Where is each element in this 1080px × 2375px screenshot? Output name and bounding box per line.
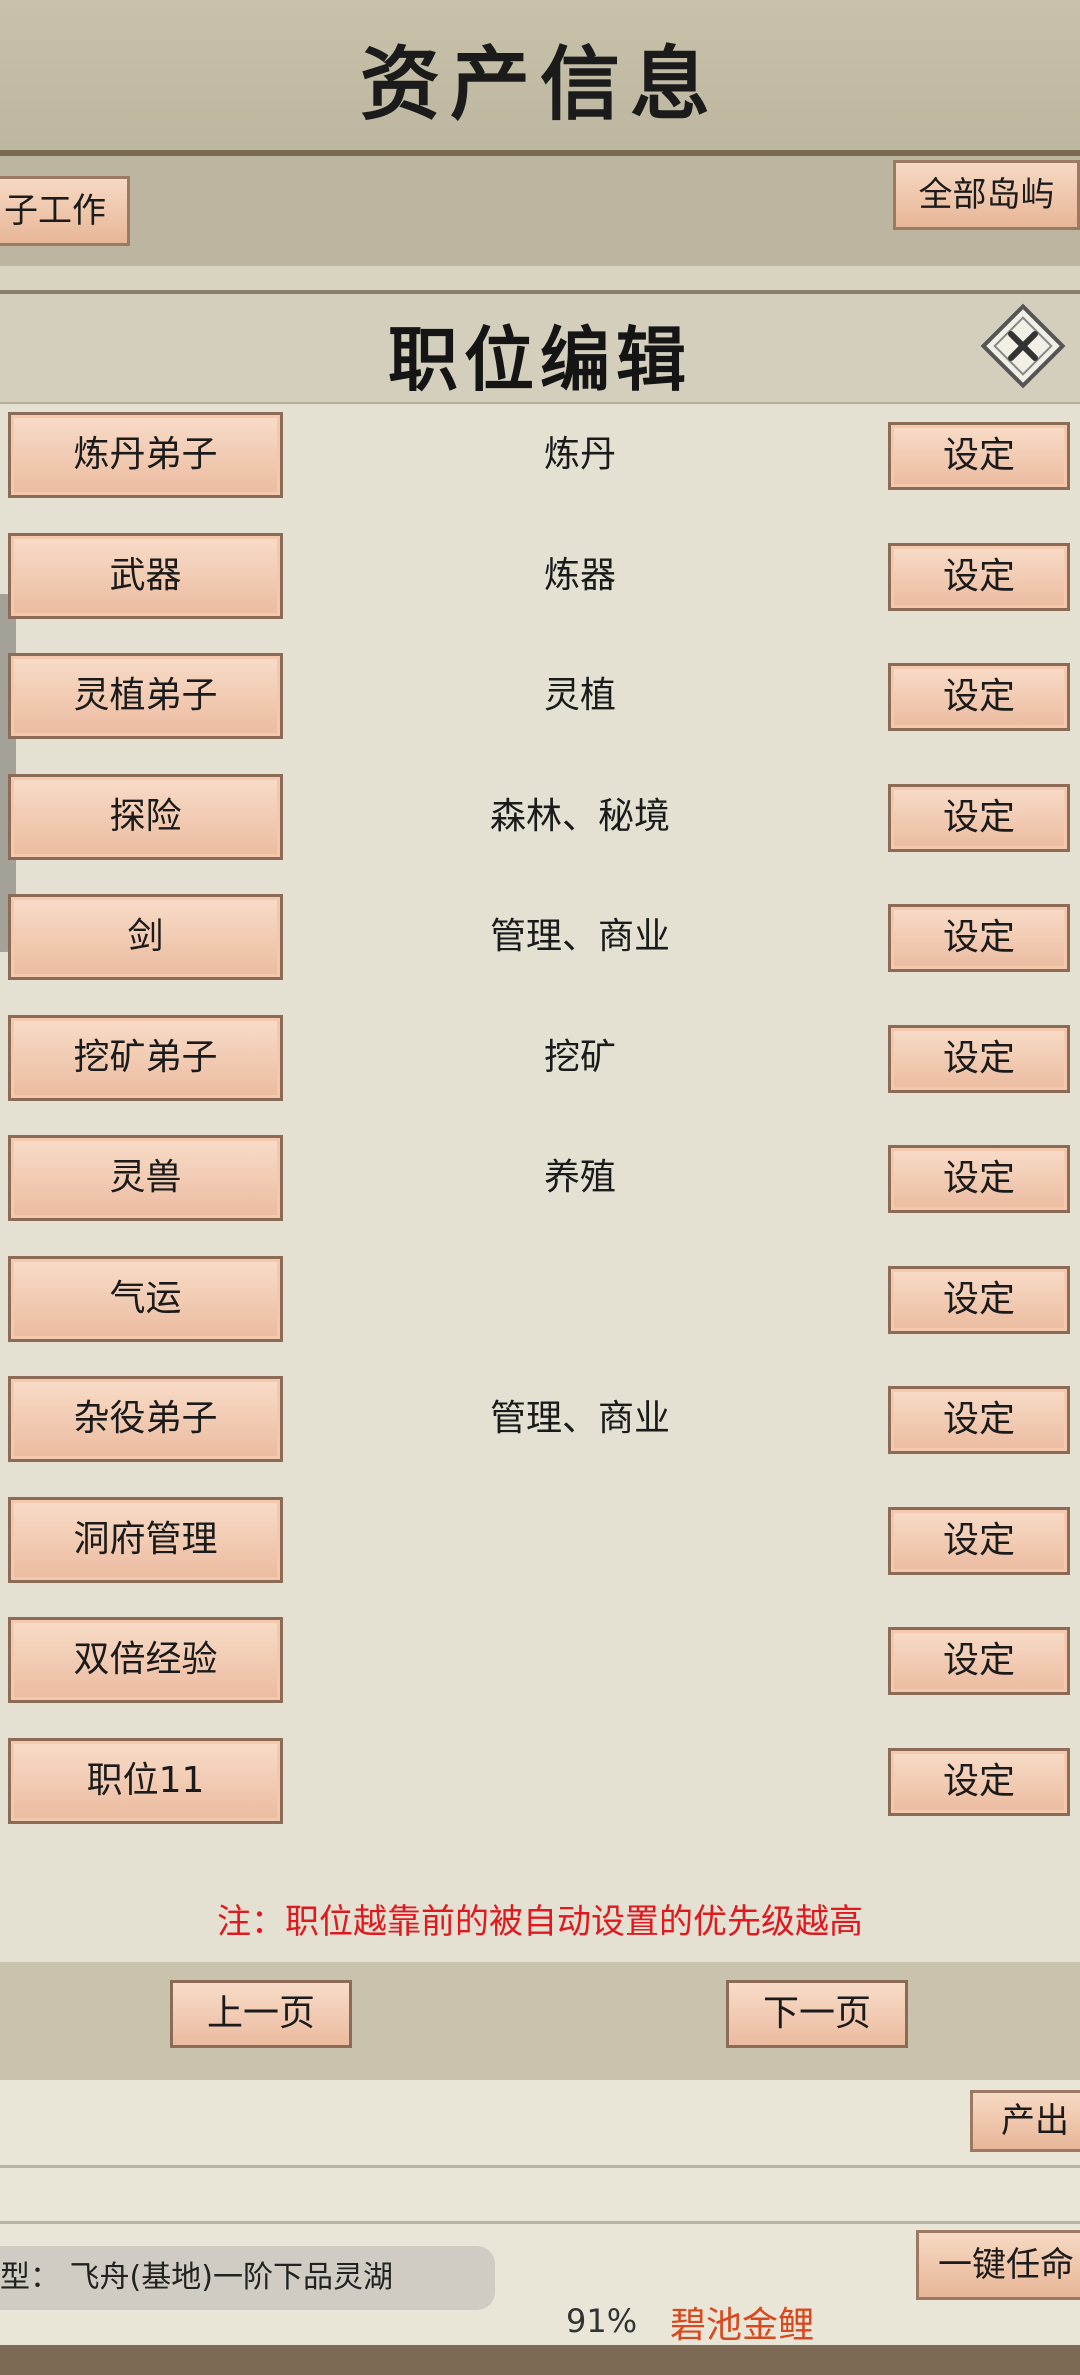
position-row: 挖矿弟子 挖矿 设定 <box>0 1015 1080 1105</box>
position-location: 森林、秘境 <box>489 796 670 837</box>
pagination-bar: 上一页 下一页 <box>0 1962 1080 2080</box>
set-button[interactable]: 设定 <box>888 1266 1070 1334</box>
all-islands-button[interactable]: 全部岛屿 <box>893 160 1080 230</box>
asset-list-area <box>0 2073 1080 2375</box>
position-location <box>380 1738 780 1824</box>
close-icon <box>980 303 1066 389</box>
position-row: 炼丹弟子 炼丹 设定 <box>0 412 1080 502</box>
position-location: 挖矿 <box>543 1037 616 1078</box>
position-row: 洞府管理 设定 <box>0 1497 1080 1587</box>
position-location: 炼器 <box>543 555 616 596</box>
produce-button[interactable]: 产出 <box>970 2090 1080 2152</box>
type-label: 型： 飞舟(基地)一阶下品灵湖 <box>0 2246 495 2310</box>
asset-title: 资产信息 <box>360 37 720 131</box>
set-button[interactable]: 设定 <box>888 784 1070 852</box>
asset-header: 资产信息 <box>0 0 1080 156</box>
position-row: 气运 设定 <box>0 1256 1080 1346</box>
position-row: 杂役弟子 管理、商业 设定 <box>0 1376 1080 1466</box>
position-row: 剑 管理、商业 设定 <box>0 894 1080 984</box>
position-location: 炼丹 <box>543 434 616 475</box>
percent-text: 91% <box>566 2302 638 2340</box>
position-name-button[interactable]: 武器 <box>8 533 283 619</box>
position-name-button[interactable]: 炼丹弟子 <box>8 412 283 498</box>
fish-name: 碧池金鲤 <box>670 2305 815 2346</box>
close-button[interactable] <box>975 298 1071 394</box>
priority-note: 注：职位越靠前的被自动设置的优先级越高 <box>217 1902 863 1942</box>
position-name-button[interactable]: 杂役弟子 <box>8 1376 283 1462</box>
set-button[interactable]: 设定 <box>888 1627 1070 1695</box>
position-row: 双倍经验 设定 <box>0 1617 1080 1707</box>
position-row: 灵兽 养殖 设定 <box>0 1135 1080 1225</box>
bottom-border <box>0 2345 1080 2375</box>
dialog-title: 职位编辑 <box>388 318 692 401</box>
dialog-header: 职位编辑 <box>0 294 1080 404</box>
set-button[interactable]: 设定 <box>888 1507 1070 1575</box>
asset-toolbar: 子工作 全部岛屿 <box>0 156 1080 266</box>
position-name-button[interactable]: 灵兽 <box>8 1135 283 1221</box>
set-button[interactable]: 设定 <box>888 904 1070 972</box>
next-page-button[interactable]: 下一页 <box>726 1980 908 2048</box>
position-location <box>380 1497 780 1583</box>
auto-appoint-button[interactable]: 一键任命 <box>916 2230 1080 2300</box>
position-name-button[interactable]: 挖矿弟子 <box>8 1015 283 1101</box>
prev-page-button[interactable]: 上一页 <box>170 1980 352 2048</box>
position-name-button[interactable]: 洞府管理 <box>8 1497 283 1583</box>
position-row: 探险 森林、秘境 设定 <box>0 774 1080 864</box>
work-filter-button[interactable]: 子工作 <box>0 176 130 246</box>
position-location <box>380 1617 780 1703</box>
set-button[interactable]: 设定 <box>888 543 1070 611</box>
position-name-button[interactable]: 灵植弟子 <box>8 653 283 739</box>
set-button[interactable]: 设定 <box>888 1748 1070 1816</box>
position-location: 管理、商业 <box>489 916 670 957</box>
position-name-button[interactable]: 探险 <box>8 774 283 860</box>
position-row: 灵植弟子 灵植 设定 <box>0 653 1080 743</box>
set-button[interactable]: 设定 <box>888 422 1070 490</box>
position-name-button[interactable]: 职位11 <box>8 1738 283 1824</box>
position-name-button[interactable]: 双倍经验 <box>8 1617 283 1703</box>
set-button[interactable]: 设定 <box>888 1025 1070 1093</box>
set-button[interactable]: 设定 <box>888 1386 1070 1454</box>
position-location: 养殖 <box>543 1157 616 1198</box>
position-row: 武器 炼器 设定 <box>0 533 1080 623</box>
asset-info-screen: 资产信息 子工作 全部岛屿 产出 一键任命 型： 飞舟(基地)一阶下品灵湖 91… <box>0 0 1080 2375</box>
position-name-button[interactable]: 剑 <box>8 894 283 980</box>
position-row: 职位11 设定 <box>0 1738 1080 1828</box>
position-location <box>380 1256 780 1342</box>
position-name-button[interactable]: 气运 <box>8 1256 283 1342</box>
set-button[interactable]: 设定 <box>888 1145 1070 1213</box>
set-button[interactable]: 设定 <box>888 663 1070 731</box>
position-edit-dialog: 职位编辑 炼丹弟子 炼丹 设定 武器 炼器 设定 灵植弟子 灵植 设定 探险 森… <box>0 290 1080 2080</box>
position-location: 灵植 <box>543 675 616 716</box>
position-location: 管理、商业 <box>489 1398 670 1439</box>
